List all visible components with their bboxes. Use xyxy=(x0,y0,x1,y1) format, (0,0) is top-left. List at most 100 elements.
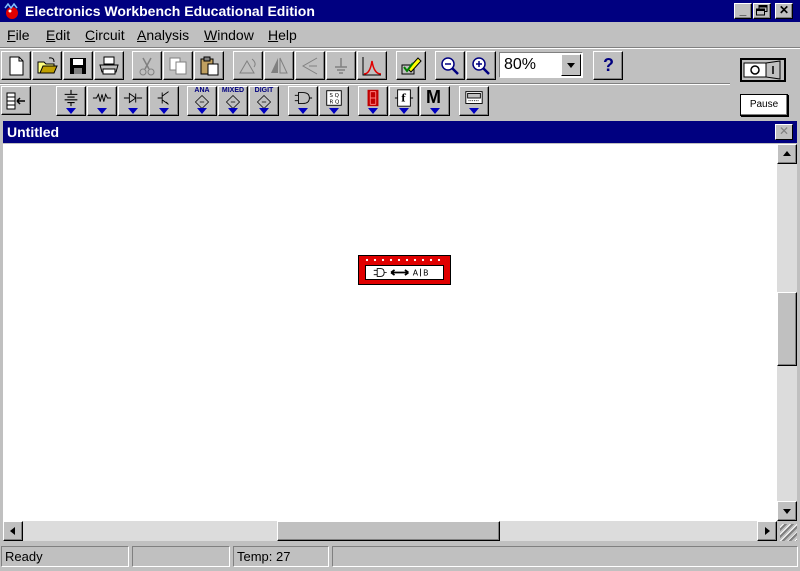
logic-gates-bin-button[interactable] xyxy=(288,86,318,116)
svg-text:A: A xyxy=(413,269,419,278)
digital-bin-button[interactable]: S QR Q xyxy=(319,86,349,116)
analog-ics-bin-button[interactable]: ANA xyxy=(187,86,217,116)
digital-bin-label: DIGIT xyxy=(254,87,274,94)
save-disk-icon xyxy=(70,58,86,74)
circuit-canvas[interactable]: A B xyxy=(3,144,777,521)
diodes-dropdown-icon xyxy=(128,108,138,114)
status-blank xyxy=(132,546,230,567)
menu-circuit-mnemonic: C xyxy=(85,27,96,43)
menu-file[interactable]: File xyxy=(7,27,30,43)
miscellaneous-bin-button[interactable]: M xyxy=(420,86,450,116)
menu-file-label: ile xyxy=(15,27,30,43)
zoom-in-icon xyxy=(472,57,490,75)
restore-button[interactable] xyxy=(753,3,771,19)
graph-curve-icon xyxy=(362,57,382,76)
menu-edit[interactable]: Edit xyxy=(46,27,70,43)
circuit-window-title-bar[interactable]: Untitled ✕ xyxy=(3,121,797,143)
menu-bar: File Edit Circuit Analysis Window Help xyxy=(0,22,800,47)
indicators-bin-button[interactable] xyxy=(358,86,388,116)
zoom-select[interactable]: 80% xyxy=(499,52,583,78)
circuit-window: Untitled ✕ A B xyxy=(0,120,800,544)
menu-help-label: elp xyxy=(278,27,297,43)
menu-edit-label: dit xyxy=(55,27,71,43)
sources-bin-button[interactable] xyxy=(56,86,86,116)
vertical-scroll-thumb[interactable] xyxy=(777,292,797,366)
scroll-up-icon[interactable] xyxy=(777,144,797,164)
transistors-dropdown-icon xyxy=(159,108,169,114)
mixed-bin-label: MIXED xyxy=(221,87,245,94)
flip-flop-icon: S QR Q xyxy=(326,90,342,106)
scroll-down-icon[interactable] xyxy=(777,501,797,521)
resize-grip-icon[interactable] xyxy=(780,524,797,541)
parts-bin-icon xyxy=(6,92,25,110)
save-button[interactable] xyxy=(63,51,93,80)
misc-dropdown-icon xyxy=(430,108,440,114)
word-generator-component[interactable]: A B xyxy=(358,255,451,285)
menu-analysis[interactable]: Analysis xyxy=(137,27,189,43)
status-extra xyxy=(332,546,798,567)
instruments-bin-button[interactable] xyxy=(459,86,489,116)
rotate-button[interactable] xyxy=(233,51,263,80)
menu-circuit[interactable]: Circuit xyxy=(85,27,125,43)
scroll-right-icon[interactable] xyxy=(757,521,777,541)
power-switch[interactable] xyxy=(740,58,786,82)
print-button[interactable] xyxy=(94,51,124,80)
zoom-dropdown-arrow-icon[interactable] xyxy=(561,54,581,76)
controls-bin-button[interactable]: f xyxy=(389,86,419,116)
diodes-bin-button[interactable] xyxy=(118,86,148,116)
help-button[interactable]: ? xyxy=(593,51,623,80)
create-subcircuit-button[interactable] xyxy=(357,51,387,80)
new-button[interactable] xyxy=(1,51,31,80)
horizontal-scroll-thumb[interactable] xyxy=(277,521,500,541)
cut-button[interactable] xyxy=(132,51,162,80)
favorites-bin-button[interactable] xyxy=(1,86,31,115)
controls-dropdown-icon xyxy=(399,108,409,114)
edit-circuit-button[interactable] xyxy=(396,51,426,80)
paste-button[interactable] xyxy=(194,51,224,80)
converter-icon: A B xyxy=(365,265,444,280)
flip-horizontal-button[interactable] xyxy=(295,51,325,80)
digital-bin-dropdown-icon xyxy=(329,108,339,114)
pause-button[interactable]: Pause xyxy=(740,94,788,116)
analog-bin-label: ANA xyxy=(194,87,210,94)
close-button[interactable]: ✕ xyxy=(775,3,793,19)
zoom-out-button[interactable] xyxy=(435,51,465,80)
menu-separator xyxy=(0,47,800,49)
vertical-scrollbar[interactable] xyxy=(777,144,797,521)
menu-help[interactable]: Help xyxy=(268,27,297,43)
seven-segment-icon xyxy=(367,89,379,107)
flip-vertical-button[interactable] xyxy=(264,51,294,80)
digital-ics-bin-button[interactable]: DIGIT xyxy=(249,86,279,116)
svg-text:f: f xyxy=(401,94,406,105)
menu-window-mnemonic: W xyxy=(204,27,218,43)
printer-icon xyxy=(99,56,119,75)
app-title-bar[interactable]: Electronics Workbench Educational Editio… xyxy=(0,0,800,22)
rotate-icon xyxy=(239,58,256,74)
menu-window[interactable]: Window xyxy=(204,27,254,43)
copy-button[interactable] xyxy=(163,51,193,80)
menu-edit-mnemonic: E xyxy=(46,27,56,43)
menu-analysis-label: nalysis xyxy=(146,27,190,43)
status-bar: Ready Temp: 27 xyxy=(0,544,800,571)
menu-file-mnemonic: F xyxy=(7,27,16,43)
circuit-window-close-button[interactable]: ✕ xyxy=(775,124,793,140)
open-folder-icon xyxy=(37,57,58,74)
zoom-value: 80% xyxy=(504,56,537,73)
horizontal-scrollbar[interactable] xyxy=(3,521,777,541)
battery-source-icon xyxy=(64,89,78,107)
mixed-ics-bin-button[interactable]: MIXED xyxy=(218,86,248,116)
zoom-in-button[interactable] xyxy=(466,51,496,80)
transistors-bin-button[interactable] xyxy=(149,86,179,116)
basic-bin-button[interactable] xyxy=(87,86,117,116)
svg-text:S Q: S Q xyxy=(329,93,338,99)
minimize-button[interactable]: _ xyxy=(734,3,752,19)
copy-icon xyxy=(169,57,187,75)
power-switch-icon xyxy=(743,60,781,80)
open-button[interactable] xyxy=(32,51,62,80)
help-question-icon: ? xyxy=(603,55,614,75)
status-state: Ready xyxy=(1,546,129,567)
scroll-left-icon[interactable] xyxy=(3,521,23,541)
instruments-dropdown-icon xyxy=(469,108,479,114)
app-logo-icon xyxy=(4,2,18,19)
component-properties-button[interactable] xyxy=(326,51,356,80)
